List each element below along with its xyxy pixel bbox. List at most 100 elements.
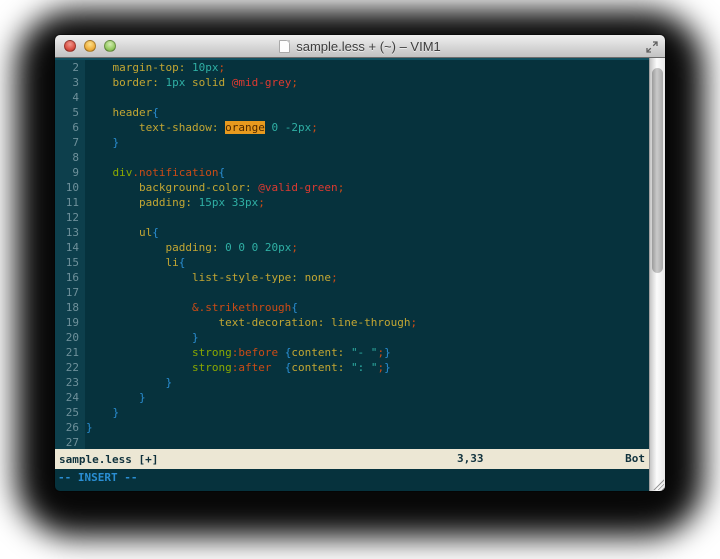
- line-number: 24: [55, 390, 85, 405]
- code-text: [85, 90, 86, 105]
- code-line[interactable]: 17: [55, 285, 649, 300]
- zoom-button[interactable]: [104, 40, 116, 52]
- close-button[interactable]: [64, 40, 76, 52]
- line-number: 9: [55, 165, 85, 180]
- line-number: 13: [55, 225, 85, 240]
- code-line[interactable]: 7 }: [55, 135, 649, 150]
- line-number: 16: [55, 270, 85, 285]
- line-number: 19: [55, 315, 85, 330]
- scrollbar-thumb[interactable]: [652, 68, 663, 273]
- code-text: }: [85, 420, 93, 435]
- line-number: 18: [55, 300, 85, 315]
- status-file-name: sample.less [+]: [59, 453, 158, 466]
- code-text: li{: [85, 255, 185, 270]
- line-number: 10: [55, 180, 85, 195]
- code-text: text-shadow: orange 0 -2px;: [85, 120, 318, 135]
- line-number: 23: [55, 375, 85, 390]
- code-line[interactable]: 26}: [55, 420, 649, 435]
- line-number: 15: [55, 255, 85, 270]
- line-number: 12: [55, 210, 85, 225]
- code-text: }: [85, 135, 119, 150]
- code-line[interactable]: 19 text-decoration: line-through;: [55, 315, 649, 330]
- code-line[interactable]: 16 list-style-type: none;: [55, 270, 649, 285]
- editor-column: 2 margin-top: 10px;3 border: 1px solid @…: [55, 58, 649, 491]
- code-text: background-color: @valid-green;: [85, 180, 344, 195]
- code-text: strong:before {content: "- ";}: [85, 345, 391, 360]
- code-line[interactable]: 20 }: [55, 330, 649, 345]
- line-number: 3: [55, 75, 85, 90]
- line-number: 2: [55, 60, 85, 75]
- status-scroll-position: Bot: [625, 452, 645, 465]
- code-line[interactable]: 27: [55, 435, 649, 449]
- window-title: sample.less + (~) – VIM1: [296, 39, 441, 54]
- code-text: padding: 15px 33px;: [85, 195, 265, 210]
- code-line[interactable]: 11 padding: 15px 33px;: [55, 195, 649, 210]
- status-ruler: 3,33: [457, 452, 484, 465]
- line-number: 11: [55, 195, 85, 210]
- code-text: margin-top: 10px;: [85, 60, 225, 75]
- fullscreen-button[interactable]: [646, 40, 658, 52]
- line-number: 17: [55, 285, 85, 300]
- line-number: 27: [55, 435, 85, 449]
- code-line[interactable]: 21 strong:before {content: "- ";}: [55, 345, 649, 360]
- code-text: list-style-type: none;: [85, 270, 338, 285]
- code-text: border: 1px solid @mid-grey;: [85, 75, 298, 90]
- line-number: 4: [55, 90, 85, 105]
- line-number: 8: [55, 150, 85, 165]
- line-number: 5: [55, 105, 85, 120]
- code-text: [85, 210, 86, 225]
- code-line[interactable]: 23 }: [55, 375, 649, 390]
- traffic-lights: [64, 40, 116, 52]
- vim-window: sample.less + (~) – VIM1 2 margin-top: 1…: [55, 35, 665, 491]
- line-number: 20: [55, 330, 85, 345]
- line-number: 25: [55, 405, 85, 420]
- document-icon: [279, 40, 290, 53]
- code-line[interactable]: 12: [55, 210, 649, 225]
- code-line[interactable]: 3 border: 1px solid @mid-grey;: [55, 75, 649, 90]
- code-line[interactable]: 25 }: [55, 405, 649, 420]
- minimize-button[interactable]: [84, 40, 96, 52]
- code-text: [85, 435, 86, 449]
- code-text: text-decoration: line-through;: [85, 315, 417, 330]
- code-text: [85, 150, 86, 165]
- code-text: div.notification{: [85, 165, 225, 180]
- line-number: 21: [55, 345, 85, 360]
- code-line[interactable]: 14 padding: 0 0 0 20px;: [55, 240, 649, 255]
- code-line[interactable]: 6 text-shadow: orange 0 -2px;: [55, 120, 649, 135]
- line-number: 22: [55, 360, 85, 375]
- line-number: 6: [55, 120, 85, 135]
- code-text: }: [85, 405, 119, 420]
- title-bar[interactable]: sample.less + (~) – VIM1: [55, 35, 665, 58]
- line-number: 26: [55, 420, 85, 435]
- code-line[interactable]: 9 div.notification{: [55, 165, 649, 180]
- fullscreen-icon: [646, 41, 658, 53]
- code-line[interactable]: 22 strong:after {content: ": ";}: [55, 360, 649, 375]
- status-bar: sample.less [+] 3,33 Bot: [55, 449, 649, 469]
- code-line[interactable]: 4: [55, 90, 649, 105]
- resize-grip[interactable]: [653, 479, 664, 490]
- code-text: &.strikethrough{: [85, 300, 298, 315]
- line-number: 7: [55, 135, 85, 150]
- code-line[interactable]: 13 ul{: [55, 225, 649, 240]
- code-line[interactable]: 10 background-color: @valid-green;: [55, 180, 649, 195]
- code-text: }: [85, 390, 146, 405]
- code-text: ul{: [85, 225, 159, 240]
- vertical-scrollbar[interactable]: [649, 58, 665, 491]
- code-line[interactable]: 2 margin-top: 10px;: [55, 60, 649, 75]
- code-text: padding: 0 0 0 20px;: [85, 240, 298, 255]
- code-text: header{: [85, 105, 159, 120]
- code-line[interactable]: 15 li{: [55, 255, 649, 270]
- code-text: strong:after {content: ": ";}: [85, 360, 391, 375]
- code-line[interactable]: 5 header{: [55, 105, 649, 120]
- code-area[interactable]: 2 margin-top: 10px;3 border: 1px solid @…: [55, 58, 649, 449]
- line-number: 14: [55, 240, 85, 255]
- code-text: }: [85, 375, 172, 390]
- code-text: }: [85, 330, 199, 345]
- code-text: [85, 285, 86, 300]
- code-line[interactable]: 24 }: [55, 390, 649, 405]
- title-group: sample.less + (~) – VIM1: [279, 39, 441, 54]
- code-line[interactable]: 8: [55, 150, 649, 165]
- insert-mode-indicator: -- INSERT --: [58, 471, 137, 484]
- window-body: 2 margin-top: 10px;3 border: 1px solid @…: [55, 58, 665, 491]
- code-line[interactable]: 18 &.strikethrough{: [55, 300, 649, 315]
